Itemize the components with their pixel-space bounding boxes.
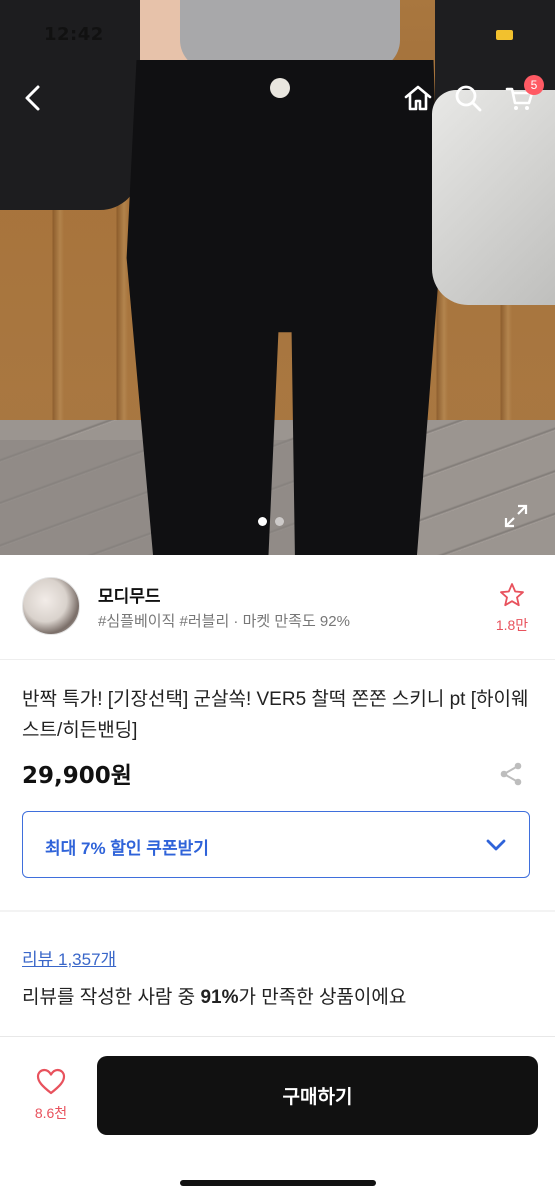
seller-row[interactable]: 모디무드 #심플베이직 #러블리 · 마켓 만족도 92% 1.8만 <box>0 555 555 660</box>
back-button[interactable] <box>16 80 52 116</box>
silver-handbag <box>432 90 555 305</box>
home-icon <box>404 85 432 111</box>
coupon-label: 최대 7% 할인 쿠폰받기 <box>45 839 209 858</box>
section-divider <box>0 910 555 912</box>
review-summary: 리뷰를 작성한 사람 중 91%가 만족한 상품이에요 <box>22 982 406 1009</box>
pagination-dot <box>275 517 284 526</box>
wishlist-count: 8.6천 <box>34 1105 68 1121</box>
review-summary-prefix: 리뷰를 작성한 사람 중 <box>22 987 201 1008</box>
gallery-pagination <box>258 517 284 526</box>
like-store-count: 1.8만 <box>495 617 529 633</box>
review-satisfaction-percent: 91% <box>200 987 239 1008</box>
seller-tags: #심플베이직 #러블리 · 마켓 만족도 92% <box>98 613 350 630</box>
search-icon <box>455 85 482 112</box>
chevron-down-icon <box>486 839 506 851</box>
star-icon <box>500 583 524 607</box>
review-count-link[interactable]: 리뷰 1,357개 <box>22 945 116 970</box>
heart-icon <box>36 1068 66 1095</box>
seller-avatar[interactable] <box>22 577 80 635</box>
cart-count-badge: 5 <box>524 75 544 95</box>
product-price: 29,900원 <box>22 763 132 789</box>
product-title: 반짝 특가! [기장선택] 군살쏙! VER5 찰떡 쫀쫀 스키니 pt [하이… <box>22 689 529 741</box>
pants-button <box>270 78 290 98</box>
like-store-button[interactable]: 1.8만 <box>490 582 534 635</box>
review-summary-suffix: 가 만족한 상품이에요 <box>238 987 407 1008</box>
pagination-dot-active <box>258 517 267 526</box>
buy-button[interactable]: 구매하기 <box>97 1056 538 1135</box>
home-indicator <box>180 1180 376 1186</box>
chevron-left-icon <box>25 85 40 111</box>
model-shirt <box>180 0 400 70</box>
expand-icon[interactable] <box>500 500 532 532</box>
status-time: 12:42 <box>44 24 104 45</box>
seller-name[interactable]: 모디무드 <box>98 582 161 607</box>
battery-icon <box>496 30 513 40</box>
bottom-action-bar: 8.6천 구매하기 <box>0 1036 555 1200</box>
home-button[interactable] <box>400 80 436 116</box>
coupon-button[interactable]: 최대 7% 할인 쿠폰받기 <box>22 811 530 878</box>
wishlist-button[interactable]: 8.6천 <box>20 1067 82 1123</box>
search-button[interactable] <box>450 80 486 116</box>
share-icon[interactable] <box>497 760 525 788</box>
